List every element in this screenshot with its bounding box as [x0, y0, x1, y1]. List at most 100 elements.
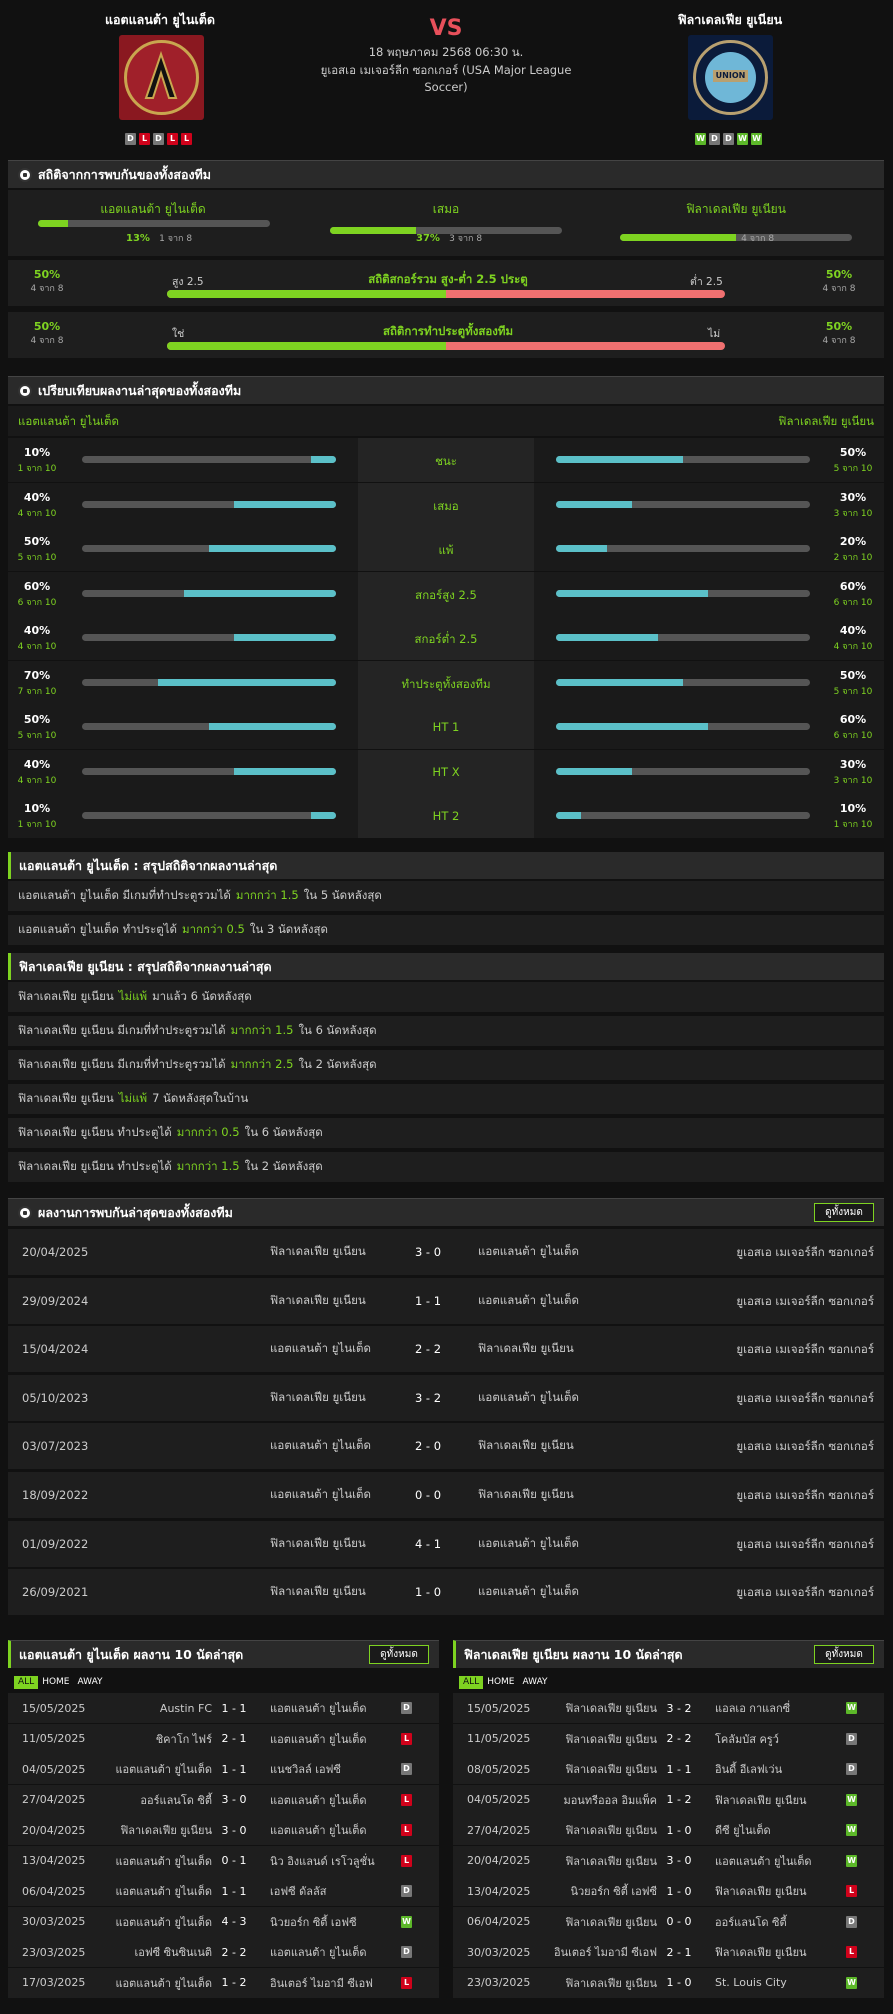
compare-label: ชนะ — [435, 454, 457, 468]
last10-row[interactable]: 08/05/2025 ฟิลาเดลเฟีย ยูเนียน 1 - 1 อินดี้… — [453, 1754, 884, 1784]
last10-away: เอฟซี ดัลลัส — [270, 1885, 327, 1898]
union-crest-icon: UNION — [713, 70, 748, 82]
last10-row[interactable]: 17/03/2025 แอตแลนต้า ยูไนเต็ด 1 - 2 อินเตอร… — [8, 1967, 439, 1998]
compare-right-of: 6 จาก 10 — [833, 597, 873, 608]
compare-left-of: 4 จาก 10 — [17, 642, 57, 652]
last10-row[interactable]: 06/04/2025 ฟิลาเดลเฟีย ยูเนียน 0 - 0 ออร์แล… — [453, 1906, 884, 1937]
last10-row[interactable]: 04/05/2025 แอตแลนต้า ยูไนเต็ด 1 - 1 แนชวิลล… — [8, 1754, 439, 1784]
last10-row[interactable]: 06/04/2025 แอตแลนต้า ยูไนเต็ด 1 - 1 เอฟซี ด… — [8, 1876, 439, 1906]
last10-home: ฟิลาเดลเฟีย ยูเนียน — [565, 1824, 657, 1837]
last10-away: แอตแลนต้า ยูไนเต็ด — [270, 1793, 367, 1807]
h2h-row[interactable]: 01/09/2022 ฟิลาเดลเฟีย ยูเนียน 4 - 1 แอตแลน… — [8, 1520, 884, 1567]
last10-date: 04/05/2025 — [22, 1762, 86, 1776]
last10-row[interactable]: 23/03/2025 เอฟซี ซินซินเนติ 2 - 2 แอตแลนต้า… — [8, 1937, 439, 1967]
last10-row[interactable]: 13/04/2025 แอตแลนต้า ยูไนเต็ด 0 - 1 นิว อิง… — [8, 1845, 439, 1876]
away-form: WDDWW — [670, 130, 790, 145]
compare-row: 50% 5 จาก 10 HT 1 60% 6 จาก 10 — [8, 705, 884, 749]
h2h-league[interactable]: ยูเอสเอ เมเจอร์ลีก ซอกเกอร์ — [734, 1569, 874, 1615]
last10-date: 11/05/2025 — [22, 1732, 86, 1745]
last10-row[interactable]: 04/05/2025 มอนทรีออล อิมแพ็ค 1 - 2 ฟิลาเดลเ… — [453, 1784, 884, 1815]
last10-row[interactable]: 15/05/2025 ฟิลาเดลเฟีย ยูเนียน 3 - 2 แอลเอ … — [453, 1693, 884, 1723]
h2h-date: 29/09/2024 — [22, 1293, 89, 1308]
h2h-league[interactable]: ยูเอสเอ เมเจอร์ลีก ซอกเกอร์ — [734, 1472, 874, 1518]
ou-right-of: 4 จาก 8 — [822, 284, 856, 294]
tab-all[interactable]: ALL — [459, 1676, 484, 1689]
ou-left-of: 4 จาก 8 — [30, 284, 64, 294]
h2h-league[interactable]: ยูเอสเอ เมเจอร์ลีก ซอกเกอร์ — [734, 1375, 874, 1421]
last10-score: 2 - 1 — [666, 1945, 692, 1959]
last10-date: 06/04/2025 — [22, 1884, 86, 1898]
result-badge: D — [401, 1702, 412, 1714]
result-badge: W — [846, 1824, 857, 1836]
last10-row[interactable]: 11/05/2025 ฟิลาเดลเฟีย ยูเนียน 2 - 2 โคลัมบ… — [453, 1723, 884, 1754]
last10-date: 15/05/2025 — [22, 1701, 86, 1715]
last10-row[interactable]: 13/04/2025 นิวยอร์ก ซิตี้ เอฟซี 1 - 0 ฟิลาเ… — [453, 1876, 884, 1906]
h2h-league[interactable]: ยูเอสเอ เมเจอร์ลีก ซอกเกอร์ — [734, 1423, 874, 1469]
compare-label: แพ้ — [438, 543, 454, 557]
tab-all[interactable]: ALL — [14, 1676, 39, 1689]
h2h-view-all-button[interactable]: ดูทั้งหมด — [814, 1203, 874, 1222]
h2h-row[interactable]: 05/10/2023 ฟิลาเดลเฟีย ยูเนียน 3 - 2 แอตแลน… — [8, 1374, 884, 1421]
h2h-row[interactable]: 15/04/2024 แอตแลนต้า ยูไนเต็ด 2 - 2 ฟิลาเดล… — [8, 1326, 884, 1373]
compare-left-pct: 40% — [23, 490, 51, 504]
tab-home[interactable]: HOME — [483, 1676, 518, 1689]
last10-row[interactable]: 11/05/2025 ชิคาโก ไฟร์ 2 - 1 แอตแลนต้า ยูไน… — [8, 1723, 439, 1754]
last10-score: 0 - 0 — [666, 1915, 692, 1928]
compare-left-of: 1 จาก 10 — [17, 820, 57, 830]
tab-away[interactable]: AWAY — [74, 1676, 107, 1689]
last10-row[interactable]: 23/03/2025 ฟิลาเดลเฟีย ยูเนียน 1 - 0 St. Lo… — [453, 1967, 884, 1998]
away-team-name[interactable]: ฟิลาเดลเฟีย ยูเนียน — [630, 10, 830, 30]
h2h-row[interactable]: 03/07/2023 แอตแลนต้า ยูไนเต็ด 2 - 0 ฟิลาเดล… — [8, 1423, 884, 1470]
compare-right-bar — [556, 500, 810, 508]
vs-label: VS — [429, 16, 463, 41]
last10-row[interactable]: 20/04/2025 ฟิลาเดลเฟีย ยูเนียน 3 - 0 แอตแลน… — [453, 1845, 884, 1876]
h2h-league[interactable]: ยูเอสเอ เมเจอร์ลีก ซอกเกอร์ — [734, 1229, 874, 1275]
last10-date: 23/03/2025 — [22, 1945, 86, 1959]
compare-left-bar — [82, 723, 336, 730]
h2h-row[interactable]: 29/09/2024 ฟิลาเดลเฟีย ยูเนียน 1 - 1 แอตแลน… — [8, 1277, 884, 1324]
stat-home-bar — [38, 220, 270, 227]
last10-away: นิวยอร์ก ซิตี้ เอฟซี — [270, 1915, 357, 1929]
last10-score: 1 - 1 — [221, 1762, 247, 1776]
home-team-name[interactable]: แอตแลนต้า ยูไนเต็ด — [60, 10, 260, 30]
h2h-league[interactable]: ยูเอสเอ เมเจอร์ลีก ซอกเกอร์ — [734, 1278, 874, 1324]
last10-row[interactable]: 20/04/2025 ฟิลาเดลเฟีย ยูเนียน 3 - 0 แอตแลน… — [8, 1815, 439, 1845]
h2h-date: 03/07/2023 — [22, 1439, 89, 1454]
last10-away-view-all-button[interactable]: ดูทั้งหมด — [814, 1645, 874, 1664]
last10-date: 13/04/2025 — [22, 1854, 86, 1867]
last10-away: ฟิลาเดลเฟีย ยูเนียน — [715, 1885, 807, 1898]
stat-away-label: ฟิลาเดลเฟีย ยูเนียน — [686, 202, 786, 216]
h2h-home: ฟิลาเดลเฟีย ยูเนียน — [270, 1292, 366, 1307]
last10-row[interactable]: 30/03/2025 แอตแลนต้า ยูไนเต็ด 4 - 3 นิวยอร์… — [8, 1906, 439, 1937]
last10-home: ฟิลาเดลเฟีย ยูเนียน — [565, 1976, 657, 1990]
h2h-row[interactable]: 26/09/2021 ฟิลาเดลเฟีย ยูเนียน 1 - 0 แอตแลน… — [8, 1569, 884, 1616]
compare-left-pct: 10% — [23, 446, 51, 459]
h2h-row[interactable]: 20/04/2025 ฟิลาเดลเฟีย ยูเนียน 3 - 0 แอตแลน… — [8, 1229, 884, 1275]
league-name[interactable]: ยูเอสเอ เมเจอร์ลีก ซอกเกอร์ (USA Major L… — [316, 62, 576, 96]
compare-left-of: 4 จาก 10 — [17, 775, 57, 786]
h2h-score: 2 - 2 — [414, 1342, 442, 1357]
compare-left-bar — [82, 767, 336, 775]
compare-row: 70% 7 จาก 10 ทำประตูทั้งสองทีม 50% 5 จาก 10 — [8, 660, 884, 705]
ou-right-pct: 50% — [825, 268, 853, 281]
summary-highlight: มากกว่า 1.5 — [176, 1159, 240, 1173]
summary-highlight: มากกว่า 0.5 — [182, 922, 245, 936]
last10-row[interactable]: 27/04/2025 ออร์แลนโด ซิตี้ 3 - 0 แอตแลนต้า … — [8, 1784, 439, 1815]
last10-home-view-all-button[interactable]: ดูทั้งหมด — [369, 1645, 429, 1664]
last10-row[interactable]: 27/04/2025 ฟิลาเดลเฟีย ยูเนียน 1 - 0 ดีซี ย… — [453, 1815, 884, 1845]
h2h-row[interactable]: 18/09/2022 แอตแลนต้า ยูไนเต็ด 0 - 0 ฟิลาเดล… — [8, 1472, 884, 1518]
last10-home: มอนทรีออล อิมแพ็ค — [563, 1793, 657, 1807]
stat-home-pct: 13% — [126, 233, 150, 244]
summary-highlight: มากกว่า 1.5 — [235, 888, 299, 902]
result-badge: L — [846, 1946, 857, 1958]
last10-score: 1 - 2 — [666, 1793, 692, 1806]
last10-row[interactable]: 30/03/2025 อินเตอร์ ไมอามี ซีเอฟ 2 - 1 ฟิลา… — [453, 1937, 884, 1967]
h2h-score: 0 - 0 — [414, 1488, 442, 1502]
h2h-league[interactable]: ยูเอสเอ เมเจอร์ลีก ซอกเกอร์ — [734, 1521, 874, 1567]
h2h-league[interactable]: ยูเอสเอ เมเจอร์ลีก ซอกเกอร์ — [734, 1326, 874, 1372]
summary-row: ฟิลาเดลเฟีย ยูเนียน ทำประตูได้ มากกว่า 1.… — [8, 1152, 884, 1182]
tab-home[interactable]: HOME — [38, 1676, 73, 1689]
tab-away[interactable]: AWAY — [519, 1676, 552, 1689]
last10-row[interactable]: 15/05/2025 Austin FC 1 - 1 แอตแลนต้า ยูไนเต… — [8, 1693, 439, 1723]
last10-away: ฟิลาเดลเฟีย ยูเนียน — [715, 1793, 807, 1807]
